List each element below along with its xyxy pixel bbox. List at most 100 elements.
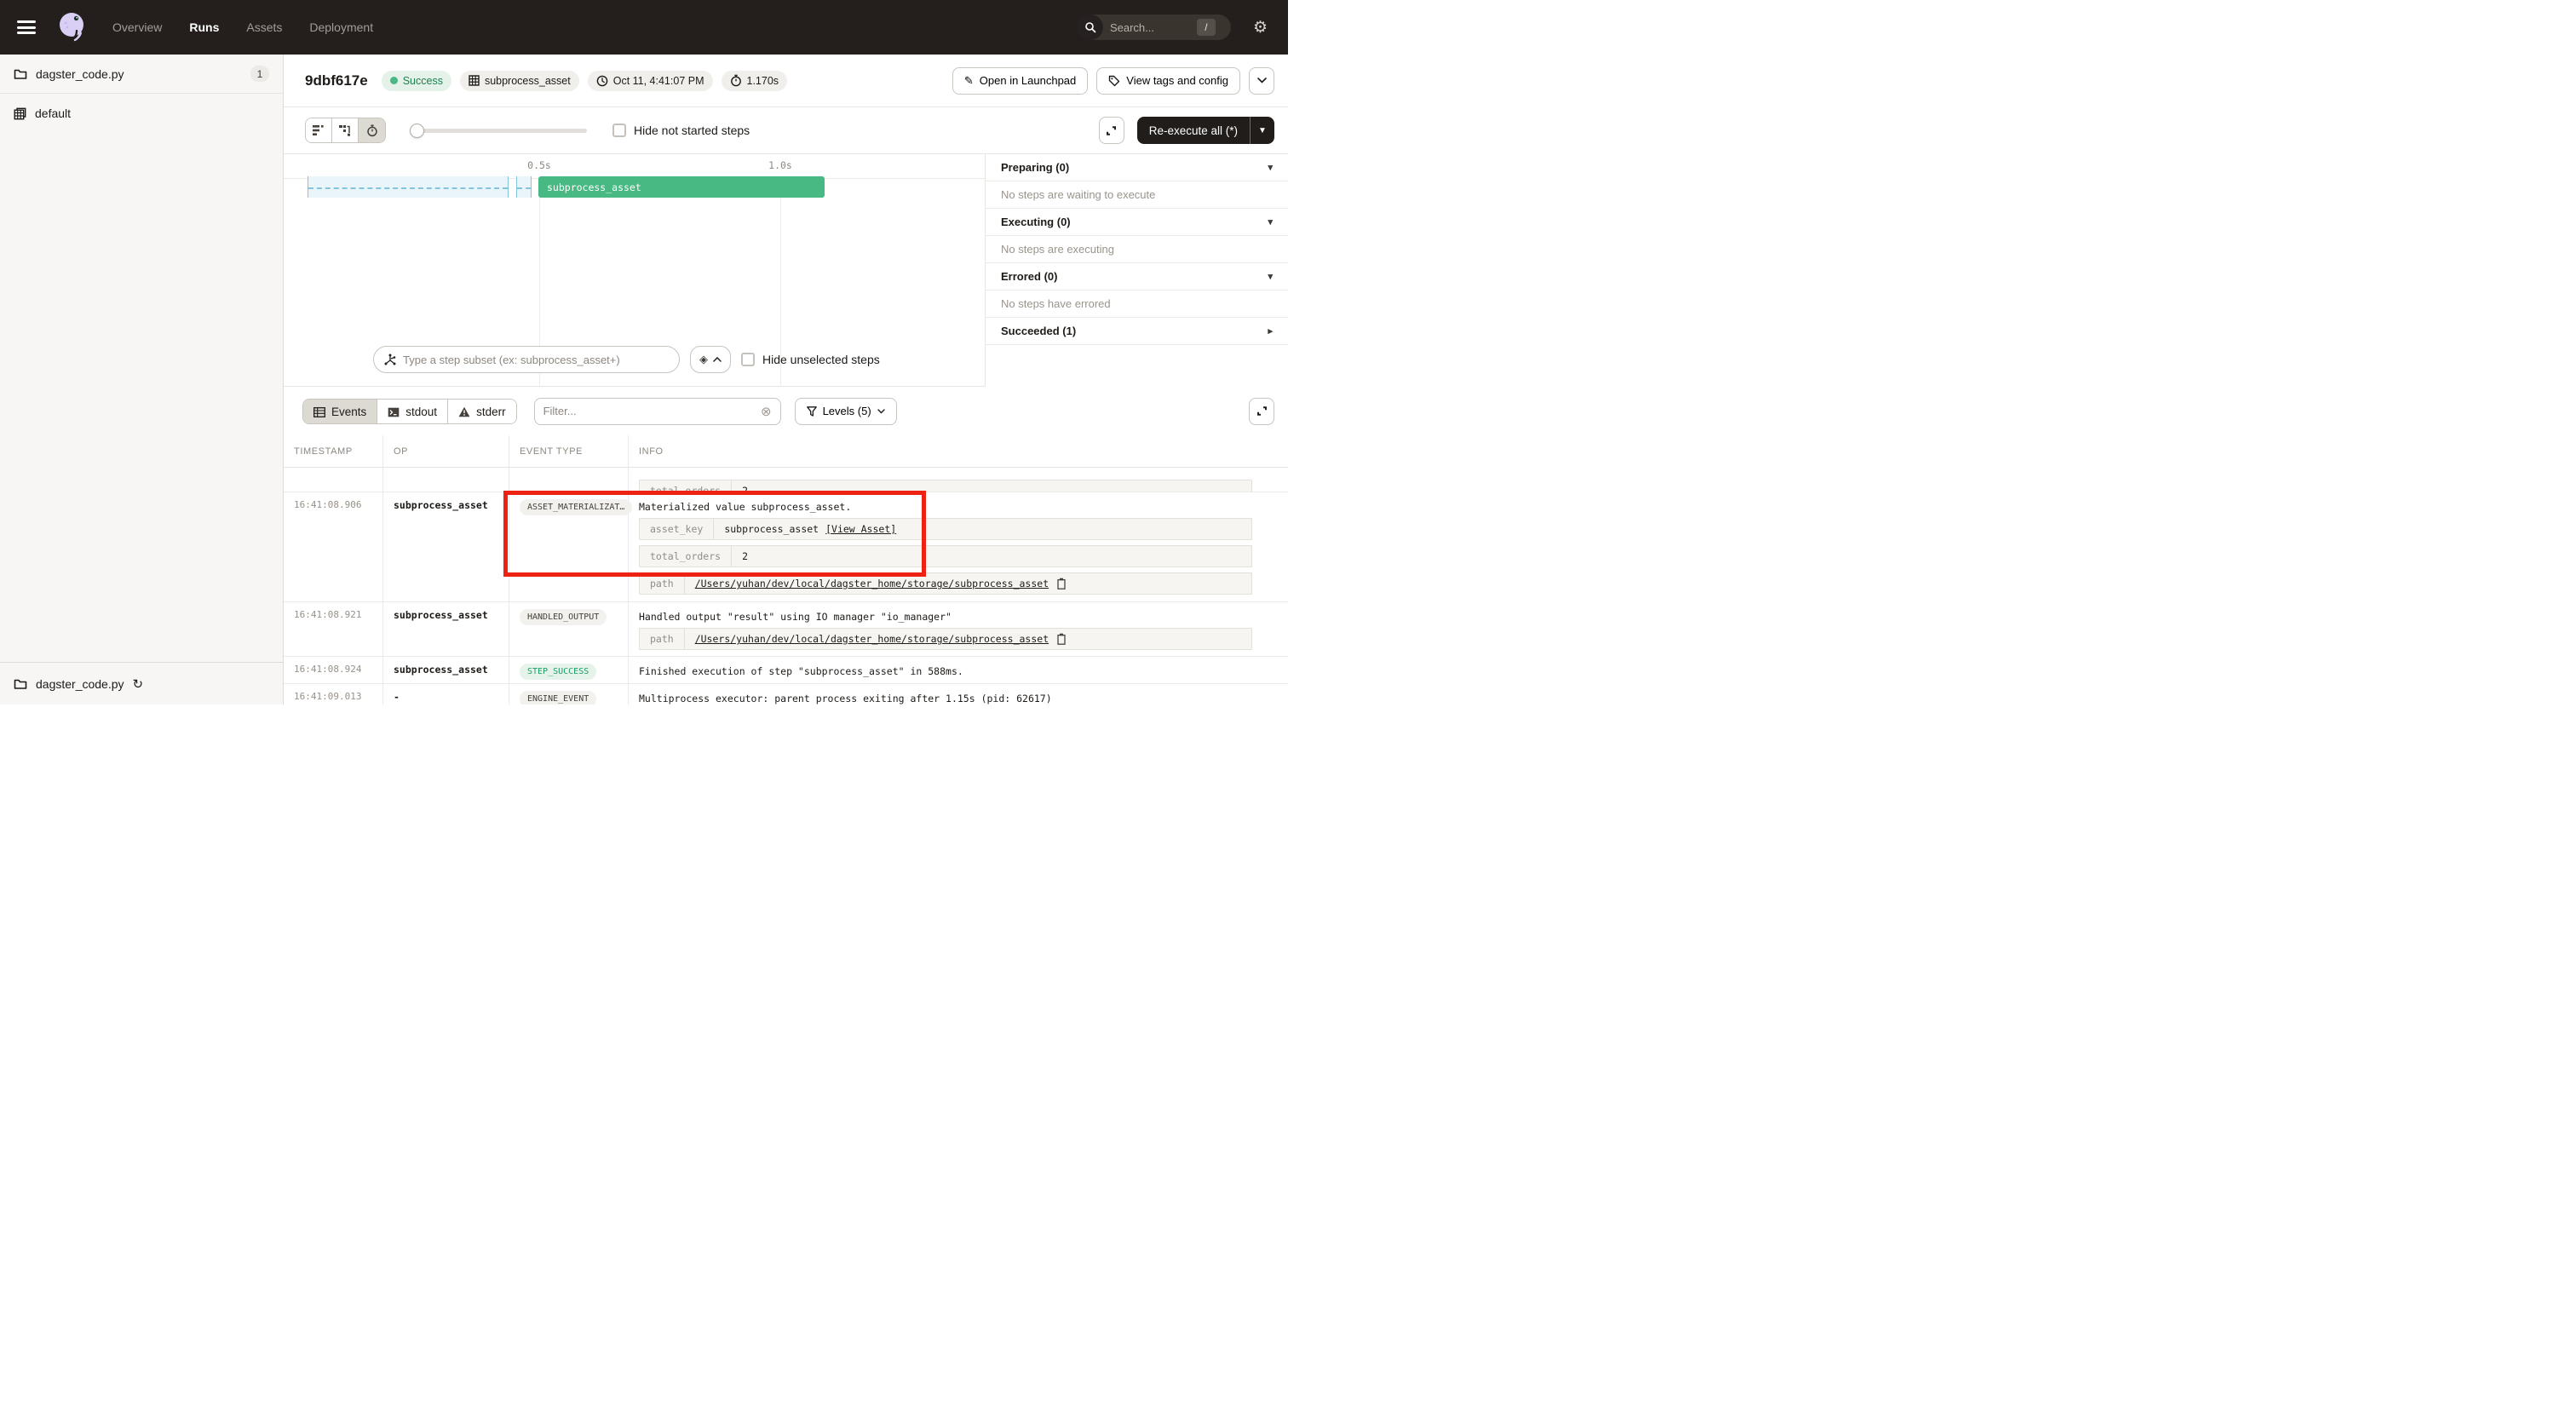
log-timestamp (284, 468, 383, 492)
col-op: OP (383, 435, 509, 467)
section-executing[interactable]: Executing (0) ▾ (986, 209, 1288, 236)
step-status-panel: Preparing (0) ▾ No steps are waiting to … (985, 154, 1288, 387)
nav-runs[interactable]: Runs (189, 20, 219, 34)
tab-stdout[interactable]: stdout (377, 400, 448, 424)
copy-icon[interactable] (1055, 633, 1066, 645)
metadata-value: subprocess_asset[View Asset] (714, 519, 906, 539)
event-type-badge: STEP_SUCCESS (520, 664, 596, 680)
menu-icon[interactable] (17, 20, 36, 34)
sidebar-item-code-location[interactable]: dagster_code.py 1 (0, 55, 283, 94)
copy-icon[interactable] (1055, 578, 1066, 589)
chevron-down-icon (877, 409, 885, 414)
timed-view-button[interactable] (359, 118, 385, 142)
run-header: 9dbf617e Success subprocess_asset Oct 11… (284, 55, 1288, 107)
path-link[interactable]: /Users/yuhan/dev/local/dagster_home/stor… (695, 633, 1049, 645)
view-asset-link[interactable]: [View Asset] (825, 523, 896, 535)
search-input[interactable] (1110, 21, 1195, 34)
hide-not-started-checkbox-row[interactable]: Hide not started steps (612, 124, 750, 137)
metadata-key: total_orders (640, 546, 732, 566)
dagster-logo-icon[interactable] (55, 10, 89, 44)
sidebar-footer-code-location[interactable]: dagster_code.py ↻ (0, 662, 283, 704)
slider-handle[interactable] (410, 124, 424, 138)
col-event-type: EVENT TYPE (509, 435, 629, 467)
triangle-down-icon: ▾ (1268, 162, 1273, 173)
job-icon (14, 107, 26, 120)
chevron-down-icon (1257, 78, 1267, 83)
log-op: subprocess_asset (383, 602, 509, 656)
tick-label: 0.5s (527, 159, 551, 171)
tab-stderr[interactable]: stderr (448, 400, 516, 424)
warning-icon (458, 406, 470, 417)
nav-overview[interactable]: Overview (112, 20, 162, 34)
duration-tag: 1.170s (722, 71, 788, 91)
nav-assets[interactable]: Assets (246, 20, 282, 34)
funnel-icon (807, 406, 817, 417)
metadata-text: 2 (742, 550, 748, 562)
search-shortcut-key: / (1197, 19, 1216, 36)
flat-view-button[interactable] (306, 118, 332, 142)
log-filter-input[interactable] (543, 405, 761, 417)
path-link[interactable]: /Users/yuhan/dev/local/dagster_home/stor… (695, 578, 1049, 589)
gantt-time-ruler: 0.5s 1.0s (284, 154, 985, 179)
event-type-badge: HANDLED_OUTPUT (520, 609, 607, 625)
nav-deployment[interactable]: Deployment (309, 20, 373, 34)
log-toolbar: Events stdout stderr ⊗ Levels (5) (284, 387, 1288, 435)
view-tags-config-button[interactable]: View tags and config (1096, 67, 1240, 95)
log-message: Finished execution of step "subprocess_a… (639, 664, 1278, 677)
hide-unselected-checkbox-row[interactable]: Hide unselected steps (741, 353, 880, 366)
table-icon (313, 407, 325, 417)
re-execute-dropdown-caret[interactable]: ▼ (1251, 126, 1274, 135)
log-event-type-cell: ASSET_MATERIALIZAT… (509, 492, 629, 601)
metadata-value: /Users/yuhan/dev/local/dagster_home/stor… (685, 629, 1076, 649)
log-table-row: 16:41:08.924subprocess_assetSTEP_SUCCESS… (284, 657, 1288, 684)
sidebar-item-job-default[interactable]: default (0, 94, 283, 133)
log-event-type-cell: ENGINE_EVENT (509, 684, 629, 704)
open-in-launchpad-button[interactable]: ✎ Open in Launchpad (952, 67, 1088, 95)
run-count-badge: 1 (250, 66, 269, 82)
gantt-section: 0.5s 1.0s subprocess_asset ◈ (284, 154, 1288, 387)
log-table-row: 16:41:08.921subprocess_assetHANDLED_OUTP… (284, 602, 1288, 657)
more-actions-button[interactable] (1249, 67, 1274, 95)
log-op: - (383, 684, 509, 704)
metadata-row: asset_keysubprocess_asset[View Asset] (639, 518, 1252, 540)
col-timestamp: TIMESTAMP (284, 435, 383, 467)
step-subset-input[interactable] (403, 354, 669, 366)
log-op: subprocess_asset (383, 492, 509, 601)
tick-label: 1.0s (768, 159, 792, 171)
pencil-icon: ✎ (964, 74, 974, 88)
expand-logs-button[interactable] (1249, 398, 1274, 425)
zoom-slider[interactable] (410, 124, 587, 137)
clock-icon (596, 75, 608, 87)
job-tag[interactable]: subprocess_asset (460, 71, 579, 91)
log-timestamp: 16:41:08.924 (284, 657, 383, 683)
checkbox-icon[interactable] (612, 124, 626, 137)
re-execute-button[interactable]: Re-execute all (*) ▼ (1137, 117, 1274, 144)
metadata-value: 2 (732, 480, 758, 492)
gantt-bar-subprocess-asset[interactable]: subprocess_asset (538, 176, 825, 198)
log-message: Materialized value subprocess_asset. (639, 499, 1278, 513)
section-succeeded[interactable]: Succeeded (1) ▸ (986, 318, 1288, 345)
section-preparing-empty: No steps are waiting to execute (986, 181, 1288, 209)
waterfall-view-button[interactable] (332, 118, 359, 142)
sidebar-item-label: dagster_code.py (36, 67, 124, 81)
layers-icon: ◈ (699, 353, 708, 366)
global-search[interactable]: / (1078, 14, 1231, 40)
gantt-toolbar: Hide not started steps Re-execute all (*… (284, 107, 1288, 154)
main-content: 9dbf617e Success subprocess_asset Oct 11… (284, 55, 1288, 704)
log-info-cell: Materialized value subprocess_asset.asse… (629, 492, 1288, 601)
reload-icon[interactable]: ↻ (133, 676, 144, 692)
graph-query-toggle-button[interactable]: ◈ (690, 346, 731, 373)
expand-gantt-button[interactable] (1099, 117, 1124, 144)
levels-filter-button[interactable]: Levels (5) (795, 398, 897, 425)
clear-filter-icon[interactable]: ⊗ (761, 404, 772, 419)
settings-gear-icon[interactable]: ⚙ (1253, 18, 1268, 37)
section-preparing[interactable]: Preparing (0) ▾ (986, 154, 1288, 181)
checkbox-icon[interactable] (741, 353, 755, 366)
triangle-right-icon: ▸ (1268, 325, 1273, 336)
op-selector-icon (384, 354, 396, 365)
log-event-type-cell: STEP_SUCCESS (509, 657, 629, 683)
status-dot-icon (390, 77, 398, 84)
tab-events[interactable]: Events (303, 400, 377, 424)
log-table-header: TIMESTAMP OP EVENT TYPE INFO (284, 435, 1288, 468)
section-errored[interactable]: Errored (0) ▾ (986, 263, 1288, 290)
